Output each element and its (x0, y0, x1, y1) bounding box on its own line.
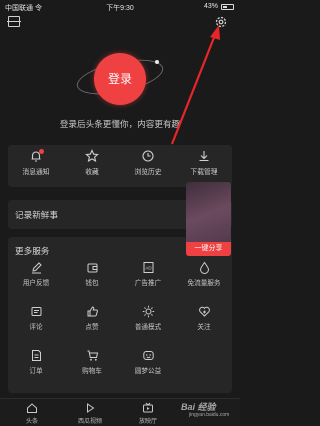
tv-icon (143, 402, 153, 413)
tab-home[interactable]: 头条 (8, 402, 56, 425)
tab-xigua-video[interactable]: 西瓜视频 (66, 402, 114, 425)
home-icon (27, 403, 37, 413)
watermark-line2: jingyan.baidu.com (189, 412, 230, 418)
tab-screening-hall[interactable]: 放映厅 (124, 402, 172, 425)
tab-label: 头条 (25, 419, 38, 425)
tab-label: 西瓜视频 (77, 419, 102, 425)
annotation-arrow (170, 25, 220, 145)
baidu-watermark: Bai 经验 jingyan.baidu.com (175, 396, 239, 424)
play-icon (87, 403, 95, 413)
tab-label: 放映厅 (138, 419, 157, 425)
